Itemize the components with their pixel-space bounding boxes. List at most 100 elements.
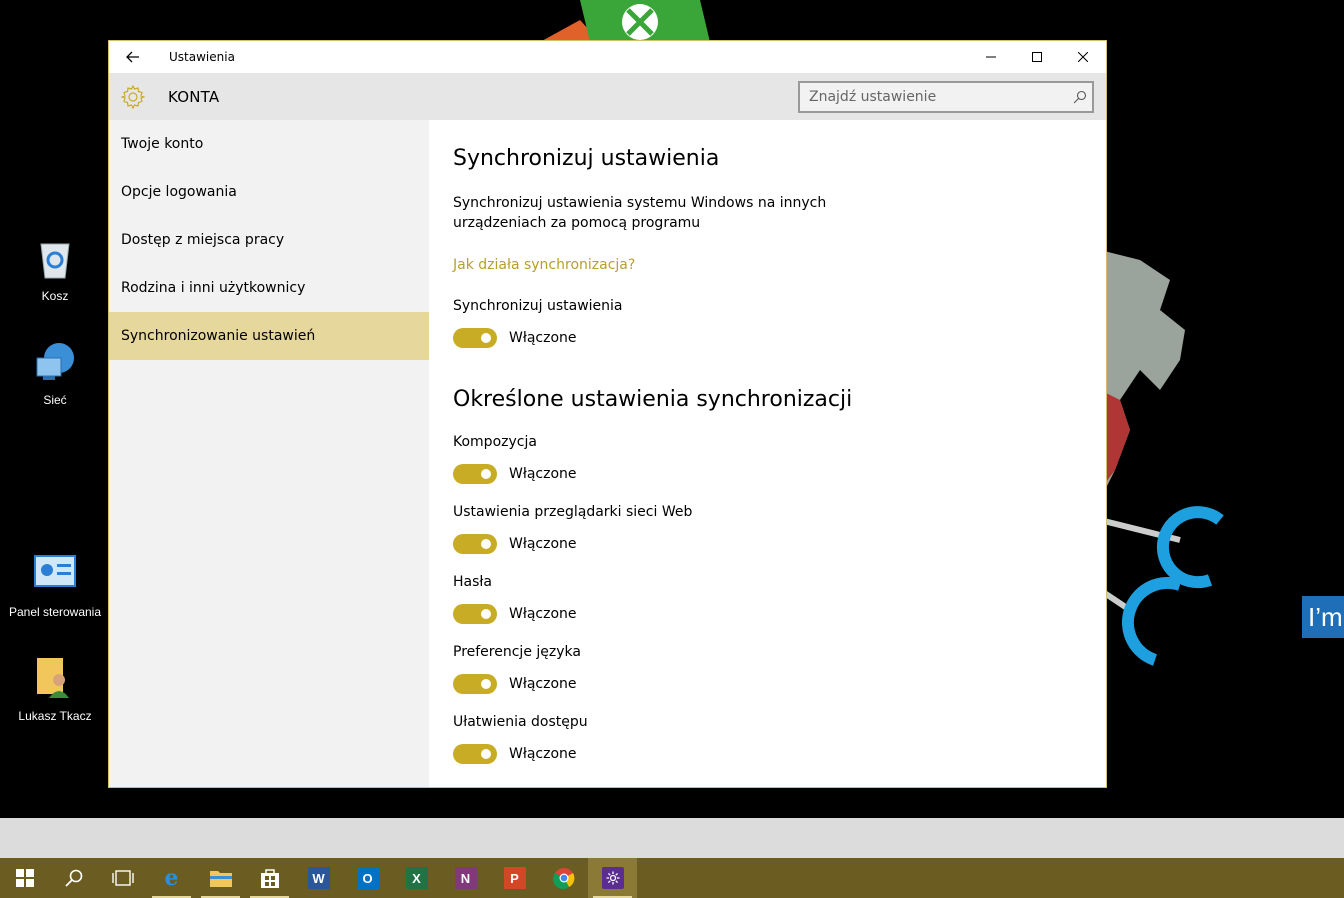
- maximize-icon: [1032, 52, 1042, 62]
- language-toggle[interactable]: [453, 674, 497, 694]
- how-sync-works-link[interactable]: Jak działa synchronizacja?: [453, 257, 635, 273]
- sidebar-item-label: Dostęp z miejsca pracy: [121, 232, 285, 248]
- sidebar-item-family[interactable]: Rodzina i inni użytkownicy: [109, 264, 429, 312]
- task-view-button[interactable]: [98, 858, 147, 898]
- close-button[interactable]: [1060, 41, 1106, 73]
- title-bar: Ustawienia: [109, 41, 1106, 73]
- user-folder-icon: [37, 658, 69, 698]
- setting-language: Preferencje języka Włączone: [453, 644, 581, 694]
- window-title: Ustawienia: [169, 50, 235, 64]
- start-icon: [15, 869, 34, 887]
- search-box[interactable]: [798, 81, 1094, 113]
- outlook-icon: O: [356, 867, 379, 889]
- page-header: KONTA: [109, 73, 1106, 120]
- chrome-icon: [552, 868, 574, 889]
- setting-label: Kompozycja: [453, 434, 537, 450]
- sidebar-item-sign-in-options[interactable]: Opcje logowania: [109, 168, 429, 216]
- desktop-icon-label: Panel sterowania: [8, 605, 102, 619]
- desktop-icon-recycle-bin[interactable]: Kosz: [0, 236, 110, 303]
- sidebar-item-label: Synchronizowanie ustawień: [121, 328, 316, 344]
- start-button[interactable]: [0, 858, 49, 898]
- toggle-knob: [481, 469, 491, 479]
- search-icon[interactable]: [1068, 85, 1092, 109]
- control-panel-icon: [34, 555, 76, 587]
- settings-window: Ustawienia KONTA Znajdź ustawienie Twoje…: [108, 40, 1107, 788]
- excel-icon: X: [405, 867, 428, 889]
- taskbar-store[interactable]: [245, 858, 294, 898]
- theme-toggle[interactable]: [453, 464, 497, 484]
- network-icon: [36, 343, 74, 380]
- section-heading: Określone ustawienia synchronizacji: [453, 387, 853, 412]
- page-description: Synchronizuj ustawienia systemu Windows …: [453, 195, 827, 231]
- task-view-icon: [111, 870, 134, 886]
- minimize-icon: [986, 56, 996, 58]
- taskbar-edge[interactable]: e: [147, 858, 196, 898]
- wallpaper-xbox-logo: [540, 0, 710, 42]
- sidebar-item-your-account[interactable]: Twoje konto: [109, 120, 429, 168]
- gear-icon: [121, 84, 145, 109]
- taskbar: e W O X N P: [0, 858, 1344, 898]
- toggle-knob: [481, 333, 491, 343]
- setting-accessibility: Ułatwienia dostępu Włączone: [453, 714, 588, 764]
- browser-toggle[interactable]: [453, 534, 497, 554]
- maximize-button[interactable]: [1014, 41, 1060, 73]
- taskbar-powerpoint[interactable]: P: [490, 858, 539, 898]
- setting-sync-main: Synchronizuj ustawienia Włączone: [453, 298, 622, 348]
- desktop-icon-user-folder[interactable]: Lukasz Tkacz: [0, 656, 110, 723]
- sync-toggle[interactable]: [453, 328, 497, 348]
- taskbar-search-button[interactable]: [49, 858, 98, 898]
- back-button[interactable]: [109, 41, 157, 73]
- sidebar-item-work-access[interactable]: Dostęp z miejsca pracy: [109, 216, 429, 264]
- search-icon: [64, 869, 82, 887]
- desktop-icon-network[interactable]: Sieć: [0, 340, 110, 407]
- toggle-knob: [481, 609, 491, 619]
- store-icon: [260, 869, 279, 888]
- sidebar-item-label: Twoje konto: [121, 136, 204, 152]
- sidebar: Twoje konto Opcje logowania Dostęp z mie…: [109, 120, 429, 787]
- setting-theme: Kompozycja Włączone: [453, 434, 577, 484]
- taskbar-chrome[interactable]: [539, 858, 588, 898]
- desktop-icon-label: Lukasz Tkacz: [18, 709, 92, 723]
- toggle-state: Włączone: [509, 606, 577, 622]
- word-icon: W: [307, 867, 330, 889]
- setting-label: Synchronizuj ustawienia: [453, 298, 623, 314]
- taskbar-word[interactable]: W: [294, 858, 343, 898]
- taskbar-outlook[interactable]: O: [343, 858, 392, 898]
- toggle-state: Włączone: [509, 746, 577, 762]
- accessibility-toggle[interactable]: [453, 744, 497, 764]
- setting-label: Hasła: [453, 574, 492, 590]
- taskbar-settings[interactable]: [588, 858, 637, 898]
- setting-browser: Ustawienia przeglądarki sieci Web Włączo…: [453, 504, 692, 554]
- setting-passwords: Hasła Włączone: [453, 574, 577, 624]
- page-heading: Synchronizuj ustawienia: [453, 146, 720, 171]
- file-explorer-icon: [209, 871, 232, 887]
- setting-label: Ułatwienia dostępu: [453, 714, 588, 730]
- arrow-left-icon: [126, 51, 139, 63]
- taskbar-file-explorer[interactable]: [196, 858, 245, 898]
- sidebar-item-sync-settings[interactable]: Synchronizowanie ustawień: [109, 312, 429, 360]
- passwords-toggle[interactable]: [453, 604, 497, 624]
- desktop-icon-label: Sieć: [43, 393, 67, 407]
- settings-icon: [601, 867, 624, 889]
- powerpoint-icon: P: [503, 867, 526, 889]
- recycle-bin-icon: [40, 243, 70, 279]
- taskbar-excel[interactable]: X: [392, 858, 441, 898]
- setting-label: Preferencje języka: [453, 644, 581, 660]
- taskbar-onenote[interactable]: N: [441, 858, 490, 898]
- toggle-state: Włączone: [509, 466, 577, 482]
- wallpaper-banner: I’m: [1302, 596, 1344, 638]
- toggle-state: Włączone: [509, 536, 577, 552]
- section-title: KONTA: [168, 87, 220, 106]
- desktop-icon-control-panel[interactable]: Panel sterowania: [0, 552, 110, 619]
- search-input[interactable]: [800, 89, 1068, 105]
- sidebar-item-label: Rodzina i inni użytkownicy: [121, 280, 306, 296]
- gear-small-icon: [606, 871, 619, 885]
- desktop-strip: [0, 818, 1344, 858]
- toggle-knob: [481, 679, 491, 689]
- close-icon: [1078, 52, 1088, 62]
- minimize-button[interactable]: [968, 41, 1014, 73]
- toggle-state: Włączone: [509, 330, 577, 346]
- setting-label: Ustawienia przeglądarki sieci Web: [453, 504, 693, 520]
- edge-icon: e: [164, 865, 179, 891]
- toggle-state: Włączone: [509, 676, 577, 692]
